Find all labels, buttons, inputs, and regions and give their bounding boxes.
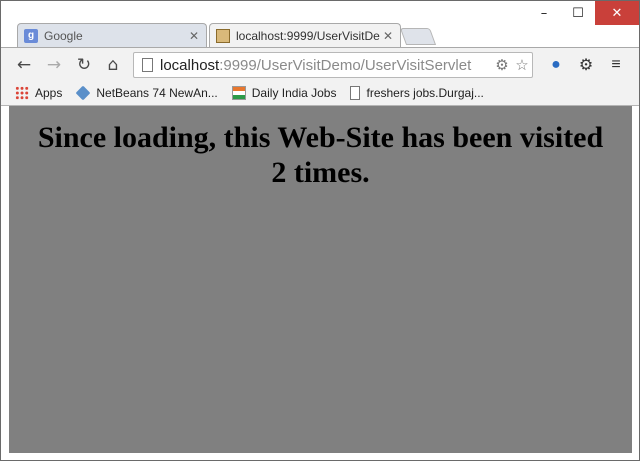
page-icon	[140, 57, 154, 73]
address-bar[interactable]: localhost:9999/UserVisitDemo/UserVisitSe…	[133, 52, 533, 78]
menu-icon[interactable]: ≡	[601, 54, 631, 76]
home-icon[interactable]: ⌂	[102, 54, 124, 76]
bookmark-label: Daily India Jobs	[251, 86, 337, 100]
new-tab-button[interactable]	[399, 28, 437, 45]
settings-gear-icon[interactable]: ⚙	[571, 54, 601, 76]
back-arrow-icon[interactable]: ←	[13, 54, 35, 76]
bookmark-apps[interactable]: Apps	[15, 86, 62, 100]
bookmark-freshers-jobs[interactable]: freshers jobs.Durgaj...	[350, 86, 484, 100]
message-line-2: 2 times.	[271, 156, 370, 189]
visit-count-message: Since loading, this Web-Site has been vi…	[9, 106, 632, 190]
tab-title: localhost:9999/UserVisitDe	[236, 28, 380, 43]
globe-icon[interactable]: ●	[541, 54, 571, 76]
bookmark-label: Apps	[35, 86, 63, 100]
tab-close-icon[interactable]: ✕	[382, 29, 394, 43]
window-controls: – ☐ ✕	[527, 1, 639, 25]
bookmark-label: freshers jobs.Durgaj...	[366, 86, 484, 100]
bookmarks-bar: Apps NetBeans 74 NewAn... Daily India Jo…	[1, 81, 639, 106]
bookmark-label: NetBeans 74 NewAn...	[96, 86, 218, 100]
reload-icon[interactable]: ↻	[73, 54, 95, 76]
tab-close-icon[interactable]: ✕	[188, 29, 200, 43]
minimize-button[interactable]: –	[527, 1, 561, 25]
close-window-button[interactable]: ✕	[595, 1, 639, 25]
tab-google[interactable]: g Google ✕	[17, 23, 207, 47]
bookmark-daily-india-jobs[interactable]: Daily India Jobs	[231, 86, 337, 100]
toolbar-right-icons: ● ⚙ ≡	[541, 54, 631, 76]
navigation-toolbar: ← → ↻ ⌂ localhost:9999/UserVisitDemo/Use…	[1, 47, 639, 81]
bookmark-star-icon[interactable]: ☆	[512, 56, 532, 74]
apps-grid-icon	[15, 86, 29, 100]
tab-title: Google	[44, 28, 83, 43]
google-favicon-icon: g	[24, 28, 38, 43]
netbeans-cube-icon	[75, 85, 91, 101]
document-icon	[350, 86, 361, 100]
tab-localhost[interactable]: localhost:9999/UserVisitDe ✕	[209, 23, 401, 47]
extension-gear-icon[interactable]: ⚙	[492, 56, 512, 74]
url-text[interactable]: localhost:9999/UserVisitDemo/UserVisitSe…	[160, 57, 492, 74]
browser-window: – ☐ ✕ g Google ✕ localhost:9999/UserVisi…	[0, 0, 640, 461]
india-flag-icon	[231, 86, 246, 100]
title-bar: – ☐ ✕ g Google ✕ localhost:9999/UserVisi…	[1, 1, 639, 47]
maximize-button[interactable]: ☐	[561, 1, 595, 25]
message-line-1: Since loading, this Web-Site has been vi…	[37, 121, 604, 154]
bookmark-netbeans[interactable]: NetBeans 74 NewAn...	[75, 85, 218, 101]
page-content: Since loading, this Web-Site has been vi…	[9, 106, 632, 453]
servlet-favicon-icon	[216, 28, 230, 43]
forward-arrow-icon[interactable]: →	[43, 54, 65, 76]
